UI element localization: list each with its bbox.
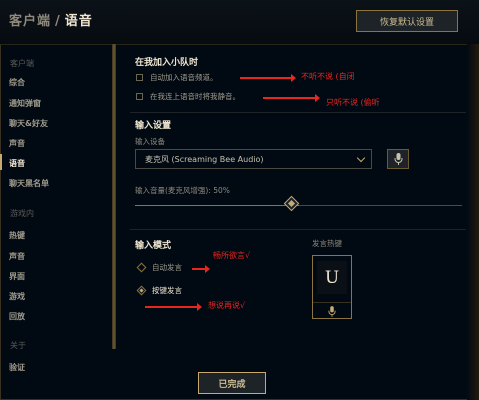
breadcrumb-root[interactable]: 客户端 bbox=[9, 14, 51, 29]
sidebar-group-about: 关于 bbox=[10, 341, 26, 350]
sidebar-active-indicator bbox=[0, 154, 2, 170]
voice-activation-label: 自动发言 bbox=[152, 263, 182, 272]
mute-on-join-checkbox[interactable] bbox=[136, 93, 143, 100]
page-title: 客户端 / 语音 bbox=[9, 10, 93, 29]
sidebar-item-general[interactable]: 综合 bbox=[9, 77, 25, 88]
auto-join-checkbox[interactable] bbox=[136, 74, 143, 81]
microphone-icon bbox=[328, 305, 336, 317]
top-bar: 客户端 / 语音 恢复默认设置 bbox=[0, 0, 479, 45]
annotation-arrow-1 bbox=[240, 74, 296, 82]
hotkey-label: 发言热键 bbox=[312, 239, 342, 248]
sidebar-item-verification[interactable]: 验证 bbox=[9, 362, 25, 373]
input-volume-slider-fill bbox=[135, 205, 299, 206]
input-settings-title: 输入设置 bbox=[135, 121, 172, 131]
sidebar-item-ingame-sound[interactable]: 声音 bbox=[9, 251, 25, 262]
input-device-value: 麦克风 (Screaming Bee Audio) bbox=[145, 155, 264, 164]
annotation-arrow-3 bbox=[192, 265, 210, 273]
sidebar-item-replays[interactable]: 回放 bbox=[9, 311, 25, 322]
sidebar-item-interface[interactable]: 界面 bbox=[9, 271, 25, 282]
sidebar-group-client: 客户端 bbox=[10, 59, 34, 68]
hotkey-key-cap[interactable]: U bbox=[317, 261, 347, 294]
background-edge bbox=[467, 44, 479, 400]
push-to-talk-label: 按键发言 bbox=[152, 286, 182, 295]
sidebar-item-sound[interactable]: 声音 bbox=[9, 138, 25, 149]
sidebar-item-notifications[interactable]: 通知弹窗 bbox=[9, 98, 41, 109]
annotation-text-1: 不听不说 (自闭 bbox=[301, 72, 355, 81]
chevron-down-icon bbox=[356, 153, 366, 163]
annotation-text-2: 只听不说 (偷听 bbox=[326, 98, 380, 107]
auto-join-label: 自动加入语音频道。 bbox=[150, 73, 218, 82]
settings-sidebar: 客户端 综合 通知弹窗 聊天&好友 声音 语音 聊天黑名单 游戏内 热键 声音 … bbox=[0, 44, 112, 400]
sidebar-item-hotkeys[interactable]: 热键 bbox=[9, 230, 25, 241]
sidebar-divider bbox=[112, 44, 116, 349]
annotation-arrow-2 bbox=[263, 94, 320, 102]
input-mode-title: 输入模式 bbox=[135, 241, 172, 251]
input-volume-slider-track[interactable] bbox=[135, 205, 462, 206]
hotkey-mic-row bbox=[313, 302, 351, 319]
input-device-select[interactable]: 麦克风 (Screaming Bee Audio) bbox=[135, 149, 372, 169]
sidebar-item-voice[interactable]: 语音 bbox=[9, 158, 25, 169]
input-device-label: 输入设备 bbox=[135, 137, 165, 146]
breadcrumb-current: 语音 bbox=[64, 14, 93, 29]
reset-defaults-button[interactable]: 恢复默认设置 bbox=[356, 10, 458, 32]
party-section-title: 在我加入小队时 bbox=[135, 58, 199, 68]
breadcrumb-separator: / bbox=[55, 14, 61, 29]
sidebar-item-chat-friends[interactable]: 聊天&好友 bbox=[9, 118, 48, 129]
annotation-text-3: 畅所欲言√ bbox=[213, 251, 251, 260]
sidebar-group-ingame: 游戏内 bbox=[10, 209, 34, 218]
sidebar-item-chat-blocklist[interactable]: 聊天黑名单 bbox=[9, 178, 49, 189]
section-divider-2 bbox=[130, 229, 466, 230]
mute-on-join-label: 在我连上语音时将我静音。 bbox=[150, 92, 240, 101]
microphone-icon bbox=[394, 153, 402, 165]
section-divider-1 bbox=[130, 112, 466, 113]
mic-test-button[interactable] bbox=[387, 149, 409, 169]
push-to-talk-hotkey[interactable]: U bbox=[312, 255, 352, 319]
sidebar-item-game[interactable]: 游戏 bbox=[9, 291, 25, 302]
done-button[interactable]: 已完成 bbox=[198, 372, 266, 394]
input-volume-label: 输入音量(麦克风增强): 50% bbox=[135, 186, 230, 195]
annotation-arrow-4 bbox=[145, 303, 202, 311]
annotation-text-4: 想说再说√ bbox=[208, 301, 246, 310]
